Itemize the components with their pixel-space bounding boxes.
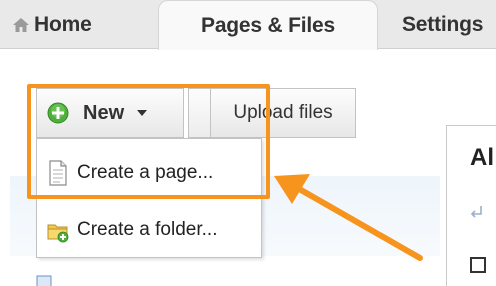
caret-down-icon [137,110,148,116]
tab-pages-files-label: Pages & Files [201,13,335,37]
new-button[interactable]: New [36,88,184,138]
content-title: Al [470,144,494,171]
tab-home-label: Home [34,12,92,36]
tab-settings[interactable]: Settings [402,0,483,49]
upload-files-button[interactable]: Upload files [210,88,356,138]
menu-item-create-folder-label: Create a folder... [77,219,218,240]
return-arrow-icon[interactable] [470,205,484,221]
new-button-label: New [83,101,125,124]
tab-home[interactable]: Home [12,0,92,49]
menu-item-create-folder[interactable]: Create a folder... [37,204,261,256]
tab-pages-files[interactable]: Pages & Files [158,0,378,50]
plus-circle-icon [47,102,69,124]
row-checkbox[interactable] [470,257,486,273]
tab-bar: Home Pages & Files Settings [0,0,496,50]
app-window: Home Pages & Files Settings Al New Uploa… [0,0,496,286]
new-folder-icon [47,224,69,243]
tab-settings-label: Settings [402,12,484,36]
page-icon [36,275,52,286]
upload-files-label: Upload files [233,102,333,123]
page-icon [49,160,67,186]
menu-item-create-page[interactable]: Create a page... [37,147,261,199]
new-dropdown-menu: Create a page... Create a folder... [36,138,262,258]
home-icon [13,17,29,32]
toolbar-separator [188,88,210,138]
menu-item-create-page-label: Create a page... [77,162,214,183]
